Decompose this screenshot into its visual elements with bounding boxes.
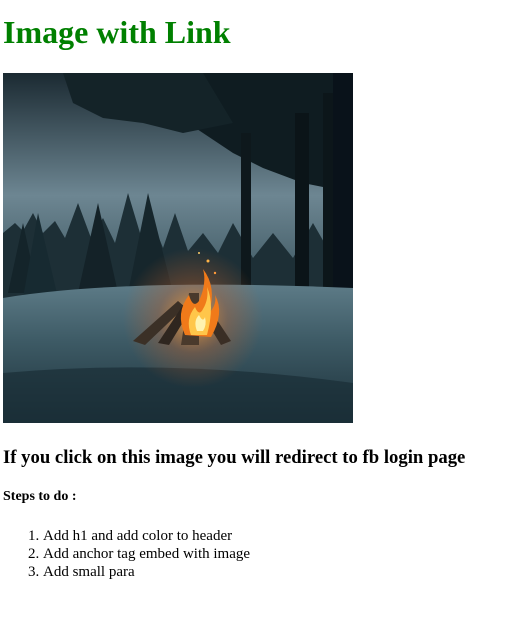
- caption-heading: If you click on this image you will redi…: [3, 447, 466, 468]
- list-item: Add small para: [43, 563, 525, 581]
- image-link[interactable]: [3, 73, 353, 423]
- page: Image with Link If you click on this ima…: [0, 14, 525, 581]
- page-title: Image with Link: [3, 14, 231, 50]
- campfire-photo[interactable]: [3, 73, 353, 423]
- steps-heading: Steps to do :: [3, 489, 77, 504]
- list-item: Add h1 and add color to header: [43, 527, 525, 545]
- steps-list: Add h1 and add color to header Add ancho…: [3, 527, 525, 581]
- list-item: Add anchor tag embed with image: [43, 545, 525, 563]
